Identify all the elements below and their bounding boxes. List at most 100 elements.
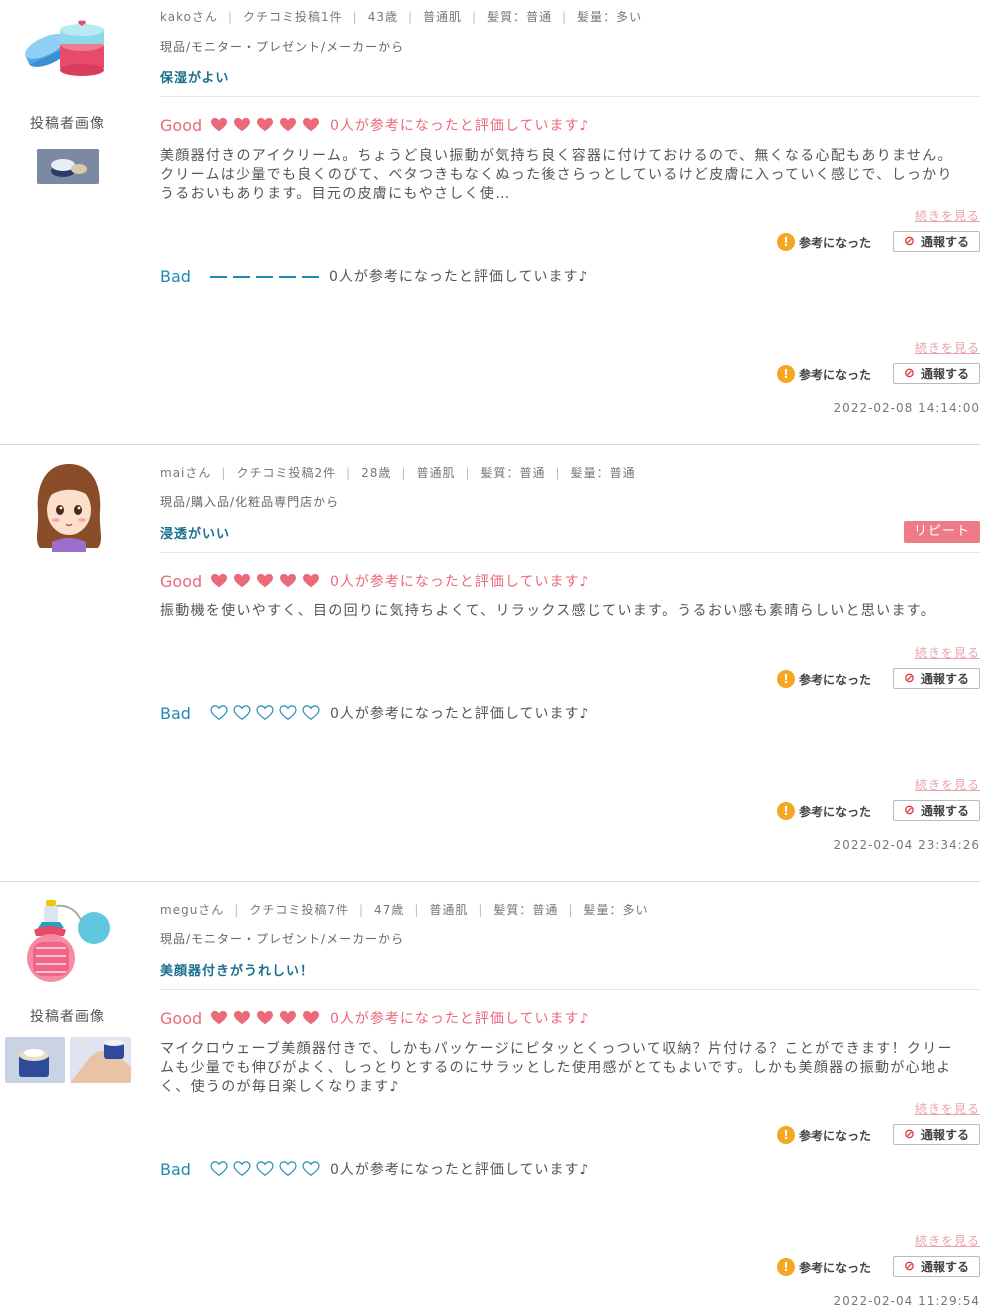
helpful-icon: !	[777, 670, 795, 688]
helpful-button[interactable]: ! 参考になった	[777, 1125, 871, 1145]
report-label: 通報する	[920, 1128, 969, 1142]
report-label: 通報する	[920, 235, 969, 249]
report-button[interactable]: ⊘ 通報する	[893, 668, 980, 689]
heart-filled-icon	[234, 1010, 250, 1025]
prohibited-icon: ⊘	[904, 671, 915, 686]
hair-volume: 髪量：多い	[577, 10, 643, 24]
heart-filled-icon	[211, 117, 227, 132]
reviewer-name[interactable]: maiさん	[160, 466, 211, 480]
heart-outline-icon	[210, 705, 228, 720]
helpful-icon: !	[777, 233, 795, 251]
bad-helpful-count: 0人が参考になったと評価しています♪	[329, 269, 589, 285]
report-button[interactable]: ⊘ 通報する	[893, 800, 980, 821]
bad-rating: Bad 0人が参考になったと評価しています♪	[160, 703, 589, 723]
review-date: 2022-02-08 14:14:00	[833, 401, 980, 415]
good-hearts	[210, 573, 320, 589]
review-separator	[0, 881, 980, 882]
heart-filled-icon	[211, 573, 227, 588]
heart-filled-icon	[303, 1010, 319, 1025]
helpful-button[interactable]: ! 参考になった	[777, 669, 871, 689]
skin-type: 普通肌	[423, 10, 463, 24]
heart-filled-icon	[257, 573, 273, 588]
reviewer-name[interactable]: meguさん	[160, 903, 224, 917]
good-helpful-count: 0人が参考になったと評価しています♪	[330, 118, 590, 134]
read-more-link[interactable]: 続きを見る	[915, 1232, 980, 1249]
reviewer-age: 43歳	[367, 10, 398, 24]
heart-outline-icon	[233, 705, 251, 720]
heart-filled-icon	[303, 117, 319, 132]
good-rating: Good 0人が参考になったと評価しています♪	[160, 115, 589, 135]
reviewer-meta: maiさん | クチコミ投稿2件 | 28歳 | 普通肌 | 髪質：普通 | 髪量：普通	[160, 466, 636, 480]
review-headline: 浸透がいい	[160, 527, 231, 542]
heart-outline-icon	[279, 705, 297, 720]
reviewer-meta: meguさん | クチコミ投稿7件 | 47歳 | 普通肌 | 髪質：普通 | 髪量：多い	[160, 903, 649, 917]
report-button[interactable]: ⊘ 通報する	[893, 363, 980, 384]
heart-outline-icon	[233, 1161, 251, 1176]
good-label: Good	[160, 1008, 203, 1028]
report-button[interactable]: ⊘ 通報する	[893, 1124, 980, 1145]
helpful-icon: !	[777, 1258, 795, 1276]
helpful-button[interactable]: ! 参考になった	[777, 364, 871, 384]
hair-quality: 髪質：普通	[493, 903, 559, 917]
prohibited-icon: ⊘	[904, 803, 915, 818]
bad-helpful-count: 0人が参考になったと評価しています♪	[330, 706, 590, 722]
read-more-link[interactable]: 続きを見る	[915, 1100, 980, 1117]
heart-outline-icon	[279, 1161, 297, 1176]
heart-outline-icon	[210, 1161, 228, 1176]
post-count[interactable]: クチコミ投稿7件	[249, 903, 349, 917]
reviewer-name[interactable]: kakoさん	[160, 10, 218, 24]
good-rating: Good 0人が参考になったと評価しています♪	[160, 571, 589, 591]
helpful-button[interactable]: ! 参考になった	[777, 232, 871, 252]
review-date: 2022-02-04 23:34:26	[833, 838, 980, 852]
bad-hearts	[210, 705, 320, 721]
heart-filled-icon	[257, 117, 273, 132]
read-more-link[interactable]: 続きを見る	[915, 776, 980, 793]
reviewer-meta: kakoさん | クチコミ投稿1件 | 43歳 | 普通肌 | 髪質：普通 | 髪量：多い	[160, 10, 643, 24]
poster-image-title: 投稿者画像	[30, 1009, 105, 1025]
helpful-button[interactable]: ! 参考になった	[777, 1257, 871, 1277]
read-more-link[interactable]: 続きを見る	[915, 339, 980, 356]
product-source: 現品/購入品/化粧品専門店から	[160, 495, 340, 509]
bad-rating: Bad 0人が参考になったと評価しています♪	[160, 1159, 589, 1179]
poster-image-thumbnail[interactable]	[37, 149, 99, 184]
bad-rating-empty	[210, 274, 319, 278]
heart-filled-icon	[257, 1010, 273, 1025]
heart-filled-icon	[280, 117, 296, 132]
heart-filled-icon	[211, 1010, 227, 1025]
prohibited-icon: ⊘	[904, 1127, 915, 1142]
divider	[160, 989, 980, 990]
poster-image-thumbnail[interactable]	[70, 1037, 131, 1083]
user-avatar	[30, 460, 108, 552]
helpful-label: 参考になった	[799, 1128, 872, 1143]
user-avatar	[24, 900, 116, 988]
helpful-label: 参考になった	[799, 235, 872, 250]
reviewer-age: 28歳	[361, 466, 392, 480]
review-headline: 保湿がよい	[160, 71, 230, 86]
heart-outline-icon	[302, 705, 320, 720]
helpful-label: 参考になった	[799, 367, 872, 382]
helpful-icon: !	[777, 1126, 795, 1144]
read-more-link[interactable]: 続きを見る	[915, 207, 980, 224]
heart-outline-icon	[302, 1161, 320, 1176]
post-count[interactable]: クチコミ投稿1件	[243, 10, 343, 24]
user-avatar	[22, 20, 108, 80]
good-review-text: マイクロウェーブ美顔器付きで、しかもパッケージにピタッとくっついて収納？片付ける…	[160, 1041, 953, 1095]
report-label: 通報する	[920, 1260, 969, 1274]
read-more-link[interactable]: 続きを見る	[915, 644, 980, 661]
poster-image-thumbnail[interactable]	[5, 1037, 65, 1083]
report-button[interactable]: ⊘ 通報する	[893, 1256, 980, 1277]
good-hearts	[210, 117, 320, 133]
good-review-text: 美顔器付きのアイクリーム。ちょうど良い振動が気持ち良く容器に付けておけるので、無…	[160, 148, 953, 202]
post-count[interactable]: クチコミ投稿2件	[236, 466, 336, 480]
report-button[interactable]: ⊘ 通報する	[893, 231, 980, 252]
poster-image-title: 投稿者画像	[30, 116, 105, 132]
heart-filled-icon	[280, 1010, 296, 1025]
helpful-button[interactable]: ! 参考になった	[777, 801, 871, 821]
bad-label: Bad	[160, 703, 191, 723]
reviewer-age: 47歳	[374, 903, 405, 917]
product-source: 現品/モニター・プレゼント/メーカーから	[160, 40, 405, 54]
heart-filled-icon	[280, 573, 296, 588]
hair-volume: 髪量：普通	[570, 466, 636, 480]
bad-helpful-count: 0人が参考になったと評価しています♪	[330, 1162, 590, 1178]
bad-hearts	[210, 1161, 320, 1177]
